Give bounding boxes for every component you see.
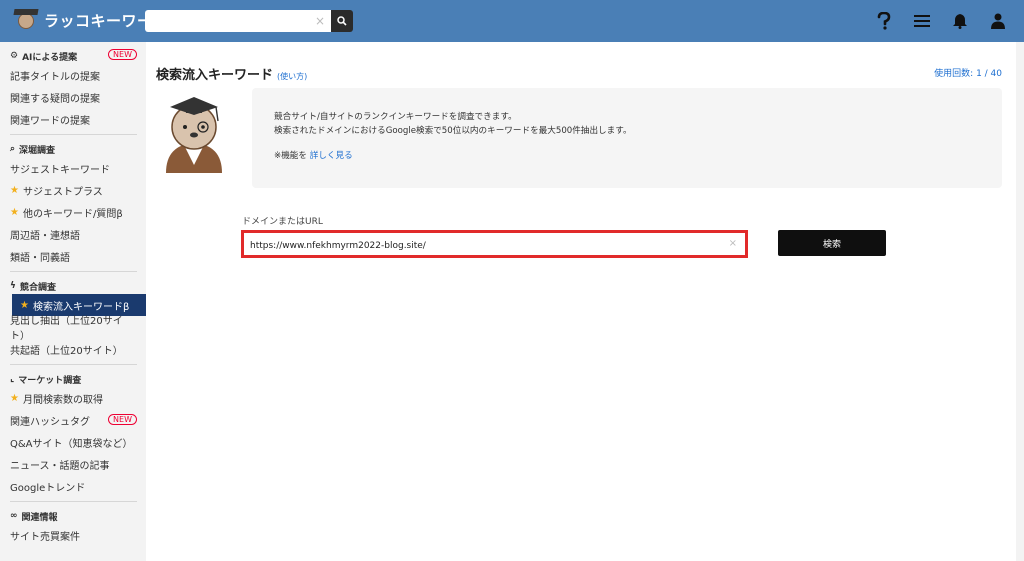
sidebar-item-cooccurrence[interactable]: 共起語（上位20サイト） [10, 338, 137, 360]
lightning-icon: ϟ [10, 281, 16, 291]
sidebar-item-google-trends[interactable]: Googleトレンド [10, 475, 137, 497]
sidebar-section-competitor: ϟ 競合調査 ★ 検索流入キーワードβ 見出し抽出（上位20サイト） 共起語（上位… [10, 272, 146, 365]
sidebar-item-news[interactable]: ニュース・話題の記事 [10, 453, 137, 475]
clear-icon[interactable]: × [315, 14, 325, 28]
clear-icon[interactable]: × [729, 238, 737, 249]
sidebar: ⚙ AIによる提案 NEW 記事タイトルの提案 関連する疑問の提案 関連ワードの… [0, 42, 146, 561]
sidebar-item-suggest-plus[interactable]: ★ サジェストプラス [10, 179, 137, 201]
user-icon[interactable] [986, 9, 1010, 33]
sidebar-item-associated-words[interactable]: 周辺語・連想語 [10, 223, 137, 245]
top-bar: ラッコキーワード × [0, 0, 1024, 42]
how-to-link[interactable]: (使い方) [277, 72, 307, 81]
sidebar-item-monthly-volume[interactable]: ★ 月間検索数の取得 [10, 387, 137, 409]
sidebar-item-hashtags[interactable]: 関連ハッシュタグ NEW [10, 409, 137, 431]
link-icon: ∞ [10, 511, 18, 521]
domain-field-label: ドメインまたはURL [242, 217, 323, 227]
chart-icon: ⌞ [10, 374, 15, 384]
robot-icon: ⚙ [10, 51, 19, 61]
menu-icon[interactable] [910, 9, 934, 33]
header-search-input[interactable] [145, 10, 331, 32]
section-title: 競合調査 [19, 282, 56, 293]
sidebar-item-heading-extract[interactable]: 見出し抽出（上位20サイト） [10, 316, 137, 342]
domain-url-input[interactable] [244, 235, 745, 257]
otter-logo-icon [13, 9, 39, 31]
sidebar-item-related-words[interactable]: 関連ワードの提案 [10, 108, 137, 130]
page-title: 検索流入キーワード (使い方) [156, 68, 308, 83]
star-icon: ★ [10, 392, 19, 404]
sidebar-item-site-trading[interactable]: サイト売買案件 [10, 524, 137, 546]
search-button[interactable] [331, 10, 353, 32]
usage-count: 使用回数: 1 / 40 [934, 69, 1002, 79]
sidebar-section-deep-research: ⌕ 深堀調査 サジェストキーワード ★ サジェストプラス ★ 他のキーワード/質問β… [10, 135, 137, 272]
magnifier-icon: ⌕ [10, 144, 16, 154]
bell-icon[interactable] [948, 9, 972, 33]
help-icon[interactable] [872, 9, 896, 33]
sidebar-item-qa-sites[interactable]: Q&Aサイト（知恵袋など） [10, 431, 137, 453]
new-badge: NEW [108, 49, 137, 60]
section-title: AIによる提案 [22, 52, 78, 63]
sidebar-item-suggest-keyword[interactable]: サジェストキーワード [10, 157, 137, 179]
domain-url-field: × [241, 230, 748, 258]
sidebar-item-synonyms[interactable]: 類語・同義語 [10, 245, 137, 267]
new-badge: NEW [108, 414, 137, 425]
search-submit-button[interactable]: 検索 [778, 230, 886, 256]
section-title: 深堀調査 [19, 145, 56, 156]
info-box: 競合サイト/自サイトのランクインキーワードを調査できます。 検索されたドメインに… [252, 88, 1002, 188]
scrollbar-track[interactable] [1016, 42, 1024, 561]
sidebar-item-other-keywords[interactable]: ★ 他のキーワード/質問β [10, 201, 137, 223]
info-line: 検索されたドメインにおけるGoogle検索で50位以内のキーワードを最大500件… [274, 126, 632, 136]
info-note: ※機能を 詳しく見る [274, 151, 353, 161]
section-title: 関連情報 [21, 512, 58, 523]
sidebar-item-article-title[interactable]: 記事タイトルの提案 [10, 64, 137, 86]
otter-mascot-image [156, 87, 232, 173]
star-icon: ★ [10, 184, 19, 196]
search-icon [337, 16, 347, 26]
section-title: マーケット調査 [18, 375, 82, 386]
star-icon: ★ [20, 299, 29, 311]
sidebar-section-market: ⌞ マーケット調査 ★ 月間検索数の取得 関連ハッシュタグ NEW Q&Aサイト（知… [10, 365, 137, 502]
info-line: 競合サイト/自サイトのランクインキーワードを調査できます。 [274, 112, 517, 122]
details-link[interactable]: 詳しく見る [310, 151, 353, 161]
main-panel: 検索流入キーワード (使い方) 使用回数: 1 / 40 競合サイト/自サイトのラ… [146, 42, 1016, 561]
sidebar-section-ai: ⚙ AIによる提案 NEW 記事タイトルの提案 関連する疑問の提案 関連ワードの… [10, 42, 137, 135]
sidebar-item-related-questions[interactable]: 関連する疑問の提案 [10, 86, 137, 108]
star-icon: ★ [10, 206, 19, 218]
header-icons [872, 9, 1010, 33]
header-search: × [145, 10, 353, 32]
sidebar-section-related-info: ∞ 関連情報 サイト売買案件 [10, 502, 137, 550]
